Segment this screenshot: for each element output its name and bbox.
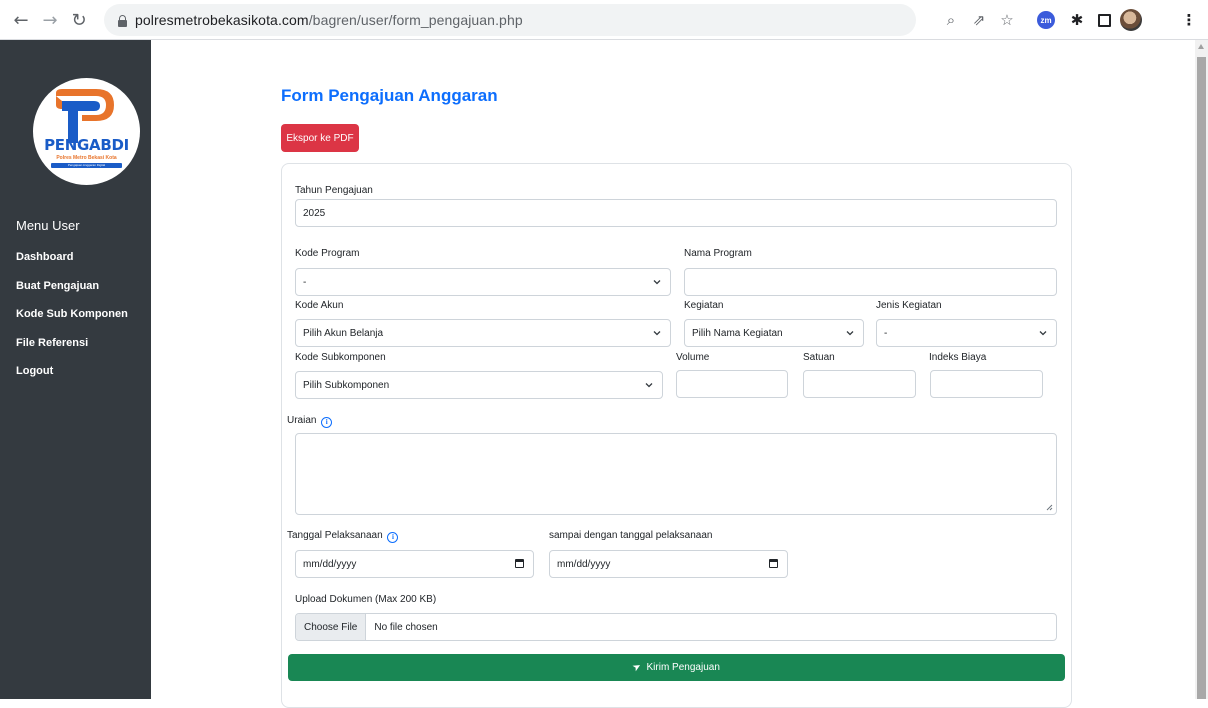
sidebar-item-file-referensi[interactable]: File Referensi: [16, 337, 128, 366]
scrollbar-thumb[interactable]: [1197, 57, 1206, 699]
tahun-pengajuan-input[interactable]: 2025: [295, 199, 1057, 227]
kode-subkomponen-value: Pilih Subkomponen: [303, 379, 390, 391]
share-icon[interactable]: ⇗: [968, 9, 990, 31]
volume-label: Volume: [676, 352, 710, 363]
kirim-pengajuan-label: Kirim Pengajuan: [646, 662, 720, 673]
chevron-down-icon: [645, 383, 653, 388]
chevron-down-icon: [653, 280, 661, 285]
kegiatan-select[interactable]: Pilih Nama Kegiatan: [684, 319, 864, 347]
sidebar-menu: Dashboard Buat Pengajuan Kode Sub Kompon…: [16, 251, 128, 394]
satuan-input[interactable]: [803, 370, 916, 398]
kode-program-label: Kode Program: [295, 248, 360, 259]
url-host: polresmetrobekasikota.com: [135, 12, 309, 28]
chevron-down-icon: [653, 331, 661, 336]
bookmark-star-icon[interactable]: ☆: [996, 9, 1018, 31]
zoom-extension-icon[interactable]: zm: [1035, 9, 1057, 31]
info-icon[interactable]: i: [387, 532, 399, 543]
send-icon: ➤: [630, 660, 644, 675]
logo-name: PENGABDI: [44, 136, 129, 154]
zm-badge: zm: [1037, 11, 1055, 29]
chevron-down-icon: [846, 331, 854, 336]
kegiatan-label: Kegiatan: [684, 300, 724, 311]
tanggal-mulai-input[interactable]: mm/dd/yyyy: [295, 550, 534, 578]
sidebar-item-buat-pengajuan[interactable]: Buat Pengajuan: [16, 280, 128, 309]
chevron-down-icon: [1039, 331, 1047, 336]
sidebar-item-dashboard[interactable]: Dashboard: [16, 251, 128, 280]
indeks-biaya-input[interactable]: [930, 370, 1043, 398]
puzzle-extensions-icon[interactable]: ✱: [1066, 9, 1088, 31]
lock-icon: [118, 14, 127, 27]
satuan-label: Satuan: [803, 352, 835, 363]
kode-subkomponen-label: Kode Subkomponen: [295, 352, 386, 363]
tanggal-label-group: Tanggal Pelaksanaan i: [287, 530, 399, 543]
forward-arrow-icon[interactable]: →: [39, 9, 61, 31]
kirim-pengajuan-button[interactable]: ➤ Kirim Pengajuan: [288, 654, 1065, 681]
browser-menu-icon[interactable]: ⋮: [1178, 9, 1200, 31]
jenis-kegiatan-select[interactable]: -: [876, 319, 1057, 347]
uraian-label: Uraian: [287, 415, 317, 426]
reload-icon[interactable]: ↻: [68, 9, 90, 31]
scroll-up-arrow-icon[interactable]: [1198, 44, 1204, 49]
choose-file-button[interactable]: Choose File: [296, 614, 367, 640]
menu-title: Menu User: [16, 218, 80, 233]
tanggal-selesai-input[interactable]: mm/dd/yyyy: [549, 550, 788, 578]
file-chosen-status: No file chosen: [374, 621, 438, 633]
sidebar-item-kode-sub-komponen[interactable]: Kode Sub Komponen: [16, 308, 128, 337]
page-scrollbar[interactable]: [1195, 40, 1208, 699]
info-icon[interactable]: i: [321, 417, 333, 428]
url-path: /bagren/user/form_pengajuan.php: [308, 12, 523, 28]
tanggal-mulai-value: mm/dd/yyyy: [303, 558, 357, 570]
jenis-kegiatan-label: Jenis Kegiatan: [876, 300, 942, 311]
tanggal-selesai-value: mm/dd/yyyy: [557, 558, 611, 570]
export-pdf-button[interactable]: Ekspor ke PDF: [281, 124, 359, 152]
logo-tagline: Pengajuan Anggaran Digital: [67, 163, 106, 167]
kode-program-value: -: [303, 276, 307, 288]
kode-akun-label: Kode Akun: [295, 300, 344, 311]
uraian-label-group: Uraian i: [287, 415, 333, 428]
nama-program-label: Nama Program: [684, 248, 752, 259]
kode-akun-value: Pilih Akun Belanja: [303, 327, 384, 339]
sidebar: PENGABDI Polres Metro Bekasi Kota Pengaj…: [0, 40, 151, 699]
main-content: Form Pengajuan Anggaran Ekspor ke PDF Ta…: [151, 40, 1195, 708]
nama-program-input[interactable]: [684, 268, 1057, 296]
upload-dokumen-label: Upload Dokumen (Max 200 KB): [295, 594, 437, 605]
kegiatan-value: Pilih Nama Kegiatan: [692, 327, 783, 339]
file-upload-input[interactable]: Choose File No file chosen: [295, 613, 1057, 641]
sidebar-item-logout[interactable]: Logout: [16, 365, 128, 394]
kode-akun-select[interactable]: Pilih Akun Belanja: [295, 319, 671, 347]
side-panel-icon[interactable]: [1093, 9, 1115, 31]
address-bar[interactable]: polresmetrobekasikota.com/bagren/user/fo…: [104, 4, 916, 36]
tahun-pengajuan-label: Tahun Pengajuan: [295, 185, 373, 196]
profile-avatar-icon[interactable]: [1120, 9, 1142, 31]
kode-program-select[interactable]: -: [295, 268, 671, 296]
logo-subtitle: Polres Metro Bekasi Kota: [56, 155, 117, 161]
back-arrow-icon[interactable]: ←: [10, 9, 32, 31]
browser-toolbar: ← → ↻ polresmetrobekasikota.com/bagren/u…: [0, 0, 1208, 40]
jenis-kegiatan-value: -: [884, 327, 888, 339]
resize-handle-icon[interactable]: [1046, 504, 1053, 511]
volume-input[interactable]: [676, 370, 788, 398]
logo-tagline-bar: Pengajuan Anggaran Digital: [51, 163, 122, 168]
pengabdi-logo: PENGABDI Polres Metro Bekasi Kota Pengaj…: [33, 78, 140, 185]
sampai-dengan-label: sampai dengan tanggal pelaksanaan: [549, 530, 713, 541]
zoom-icon[interactable]: ⌕: [940, 9, 962, 31]
url-text: polresmetrobekasikota.com/bagren/user/fo…: [135, 12, 523, 28]
indeks-biaya-label: Indeks Biaya: [929, 352, 987, 363]
kode-subkomponen-select[interactable]: Pilih Subkomponen: [295, 371, 663, 399]
page-title: Form Pengajuan Anggaran: [281, 86, 498, 105]
uraian-textarea[interactable]: [295, 433, 1057, 515]
calendar-icon[interactable]: [515, 559, 524, 568]
calendar-icon[interactable]: [769, 559, 778, 568]
tanggal-pelaksanaan-label: Tanggal Pelaksanaan: [287, 530, 383, 541]
